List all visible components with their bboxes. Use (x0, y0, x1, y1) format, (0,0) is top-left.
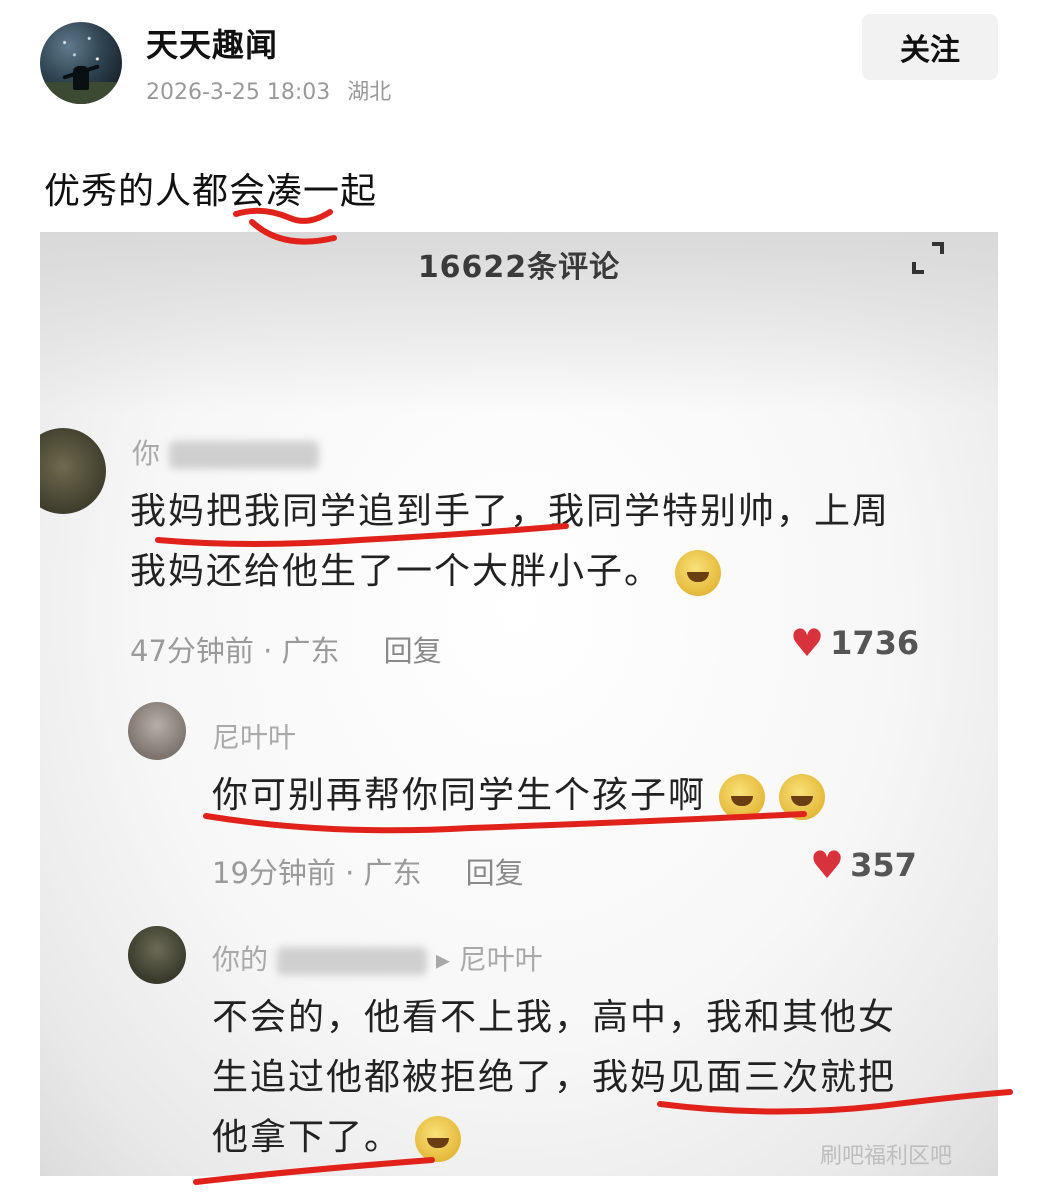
reply-button[interactable]: 回复 (384, 634, 442, 668)
like-count: 1736 (830, 624, 920, 662)
comment-time: 19分钟前 · 广东 (212, 856, 422, 890)
like-button[interactable]: ♥ 1736 (790, 624, 919, 662)
comment-text: 我妈把我同学追到手了，我同学特别帅，上周 我妈还给他生了一个大胖小子。 (130, 482, 890, 602)
comment-avatar (40, 428, 106, 514)
post-text: 优秀的人都会凑一起 (44, 171, 378, 212)
post-location: 湖北 (347, 80, 392, 105)
laughing-emoji-icon (719, 774, 766, 820)
comment-line: 他拿下了。 (212, 1108, 896, 1168)
comment-username: 你的 ▸ 尼叶叶 (212, 938, 543, 978)
like-button[interactable]: ♥ 357 (810, 846, 917, 884)
blurred-username (276, 947, 427, 975)
comment-line: 生追过他都被拒绝了，我妈见面三次就把 (212, 1057, 897, 1098)
comment-time: 47分钟前 · 广东 (130, 634, 340, 668)
comment-line: 你可别再帮你同学生个孩子啊 (212, 775, 707, 816)
comment-meta: 47分钟前 · 广东 回复 (130, 628, 442, 670)
watermark: 刷吧福利区吧 (820, 1144, 953, 1169)
like-count: 357 (850, 846, 917, 884)
comment-text: 不会的，他看不上我，高中，我和其他女 生追过他都被拒绝了，我妈见面三次就把 他拿… (212, 988, 896, 1168)
heart-icon: ♥ (810, 843, 845, 887)
comment-line: 我妈把我同学追到手了，我同学特别帅，上周 (130, 491, 891, 532)
follow-button[interactable]: 关注 (862, 14, 998, 80)
laughing-emoji-icon (778, 774, 825, 820)
comment-count: 16622条评论 (417, 250, 621, 285)
heart-icon: ♥ (790, 621, 825, 665)
username-prefix: 你的 (212, 943, 269, 976)
author-name[interactable]: 天天趣闻 (146, 20, 278, 66)
comment-meta: 19分钟前 · 广东 回复 (212, 850, 524, 892)
blurred-username (168, 441, 319, 469)
laughing-emoji-icon (675, 550, 722, 596)
comment-line: 我妈还给他生了一个大胖小子。 (130, 542, 890, 602)
reply-button[interactable]: 回复 (466, 856, 524, 890)
collapse-icon (912, 242, 944, 274)
comment-text: 你可别再帮你同学生个孩子啊 (212, 766, 825, 826)
post-meta: 2026-3-25 18:03 湖北 (146, 74, 391, 106)
reply-to: ▸ 尼叶叶 (435, 943, 543, 976)
comment-username: 尼叶叶 (212, 721, 297, 754)
comment-username: 你 (132, 432, 319, 472)
author-avatar[interactable] (40, 22, 122, 104)
post-timestamp: 2026-3-25 18:03 (146, 80, 331, 105)
comment-avatar (128, 702, 186, 760)
comment-line: 不会的，他看不上我，高中，我和其他女 (212, 997, 897, 1038)
comment-avatar (128, 926, 186, 984)
avatar-person (73, 66, 89, 90)
post-image[interactable]: 16622条评论 你 我妈把我同学追到手了，我同学特别帅，上周 我妈还给他生了一… (40, 232, 998, 1176)
laughing-emoji-icon (415, 1116, 462, 1162)
username-prefix: 你 (132, 437, 161, 470)
